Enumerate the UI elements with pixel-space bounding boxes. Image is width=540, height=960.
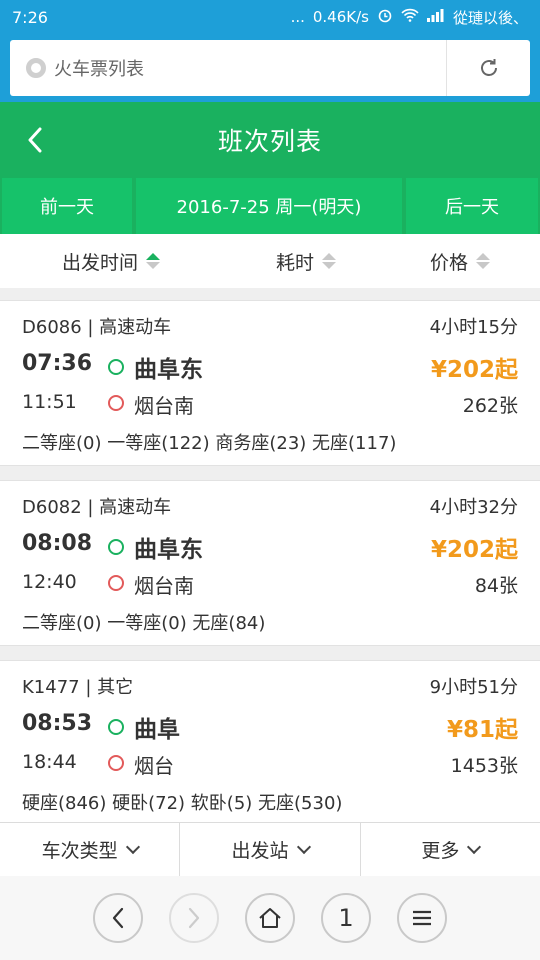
train-list: D6086 | 高速动车 4小时15分 07:36 曲阜东 ¥202起 11:5… xyxy=(0,300,540,840)
date-navigation: 前一天 2016-7-25 周一(明天) 后一天 xyxy=(0,178,540,234)
page-url-title: 火车票列表 xyxy=(54,59,144,80)
departure-station: 曲阜东 xyxy=(134,537,203,563)
filter-train-type[interactable]: 车次类型 xyxy=(0,823,181,876)
seat-availability: 二等座(0) 一等座(122) 商务座(23) 无座(117) xyxy=(22,433,397,454)
train-card[interactable]: D6086 | 高速动车 4小时15分 07:36 曲阜东 ¥202起 11:5… xyxy=(0,300,540,466)
refresh-button[interactable] xyxy=(446,40,530,96)
sort-arrows-icon xyxy=(146,253,161,269)
status-bar: 7:26 ... 0.46K/s 從璉以後、 xyxy=(0,0,540,34)
sort-departure-label: 出发时间 xyxy=(62,251,139,274)
carrier-name: 從璉以後、 xyxy=(452,8,528,27)
departure-station: 曲阜东 xyxy=(134,357,203,383)
tickets-remaining: 1453张 xyxy=(450,755,518,777)
departure-dot-icon xyxy=(108,359,124,375)
train-duration: 4小时15分 xyxy=(429,317,518,338)
sort-duration-label: 耗时 xyxy=(276,251,315,274)
browser-home-button[interactable] xyxy=(245,893,295,943)
arrival-dot-icon xyxy=(108,575,124,591)
chevron-left-icon xyxy=(112,907,124,929)
departure-time: 07:36 xyxy=(22,351,93,376)
sort-bar: 出发时间 耗时 价格 xyxy=(0,234,540,288)
signal-icon xyxy=(426,8,445,26)
browser-menu-button[interactable] xyxy=(397,893,447,943)
train-number-type: K1477 | 其它 xyxy=(22,677,134,698)
browser-forward-button[interactable] xyxy=(169,893,219,943)
wifi-icon xyxy=(401,8,419,26)
current-date-button[interactable]: 2016-7-25 周一(明天) xyxy=(134,178,404,234)
arrival-station: 烟台南 xyxy=(134,574,194,598)
departure-dot-icon xyxy=(108,719,124,735)
sort-arrows-icon xyxy=(322,253,337,269)
filter-train-type-label: 车次类型 xyxy=(41,840,118,862)
prev-day-button[interactable]: 前一天 xyxy=(0,178,134,234)
back-chevron-icon xyxy=(28,127,42,153)
train-duration: 9小时51分 xyxy=(429,677,518,698)
filter-more[interactable]: 更多 xyxy=(361,823,540,876)
train-number-type: D6086 | 高速动车 xyxy=(22,317,172,338)
seat-availability: 二等座(0) 一等座(0) 无座(84) xyxy=(22,613,266,634)
chevron-down-icon xyxy=(467,839,482,854)
arrival-time: 18:44 xyxy=(22,751,77,773)
arrival-time: 12:40 xyxy=(22,571,77,593)
refresh-icon xyxy=(480,59,497,76)
seat-availability: 硬座(846) 硬卧(72) 软卧(5) 无座(530) xyxy=(22,793,343,814)
site-loading-icon xyxy=(26,58,46,78)
sort-price-label: 价格 xyxy=(430,251,469,274)
ticket-price: ¥202起 xyxy=(430,537,518,563)
train-duration: 4小时32分 xyxy=(429,497,518,518)
app-header: 班次列表 xyxy=(0,102,540,178)
departure-dot-icon xyxy=(108,539,124,555)
sort-by-duration[interactable]: 耗时 xyxy=(276,248,337,275)
status-time: 7:26 xyxy=(12,7,48,27)
filter-station-label: 出发站 xyxy=(231,840,289,862)
filter-more-label: 更多 xyxy=(421,840,460,862)
tickets-remaining: 262张 xyxy=(462,395,518,417)
filter-bar: 车次类型 出发站 更多 xyxy=(0,822,540,876)
chevron-right-icon xyxy=(188,907,200,929)
train-card[interactable]: K1477 | 其它 9小时51分 08:53 曲阜 ¥81起 18:44 烟台… xyxy=(0,660,540,826)
next-day-button[interactable]: 后一天 xyxy=(404,178,540,234)
page-title: 班次列表 xyxy=(217,127,322,156)
address-bar[interactable]: 火车票列表 xyxy=(10,40,530,96)
sort-by-price[interactable]: 价格 xyxy=(430,248,491,275)
browser-back-button[interactable] xyxy=(93,893,143,943)
alarm-icon xyxy=(377,7,393,27)
filter-station[interactable]: 出发站 xyxy=(180,823,361,876)
sort-by-departure[interactable]: 出发时间 xyxy=(62,248,161,275)
arrival-time: 11:51 xyxy=(22,391,77,413)
departure-station: 曲阜 xyxy=(134,717,180,743)
sort-arrows-icon xyxy=(476,253,491,269)
ticket-price: ¥202起 xyxy=(430,357,518,383)
browser-bottom-nav: 1 xyxy=(0,876,540,960)
network-speed: 0.46K/s xyxy=(312,8,369,26)
arrival-station: 烟台 xyxy=(134,754,174,778)
status-dots: ... xyxy=(290,8,305,26)
browser-tabs-button[interactable]: 1 xyxy=(321,893,371,943)
tab-count: 1 xyxy=(338,904,354,932)
browser-toolbar: 火车票列表 xyxy=(0,34,540,102)
chevron-down-icon xyxy=(296,839,311,854)
arrival-station: 烟台南 xyxy=(134,394,194,418)
arrival-dot-icon xyxy=(108,395,124,411)
arrival-dot-icon xyxy=(108,755,124,771)
status-right: ... 0.46K/s 從璉以後、 xyxy=(291,7,528,28)
train-card[interactable]: D6082 | 高速动车 4小时32分 08:08 曲阜东 ¥202起 12:4… xyxy=(0,480,540,646)
back-button[interactable] xyxy=(20,124,50,156)
departure-time: 08:53 xyxy=(22,711,93,736)
departure-time: 08:08 xyxy=(22,531,93,556)
home-icon xyxy=(259,908,281,928)
menu-icon xyxy=(413,910,431,926)
address-field[interactable]: 火车票列表 xyxy=(10,40,446,96)
tickets-remaining: 84张 xyxy=(474,575,518,597)
ticket-price: ¥81起 xyxy=(446,717,518,743)
chevron-down-icon xyxy=(125,839,140,854)
train-number-type: D6082 | 高速动车 xyxy=(22,497,172,518)
